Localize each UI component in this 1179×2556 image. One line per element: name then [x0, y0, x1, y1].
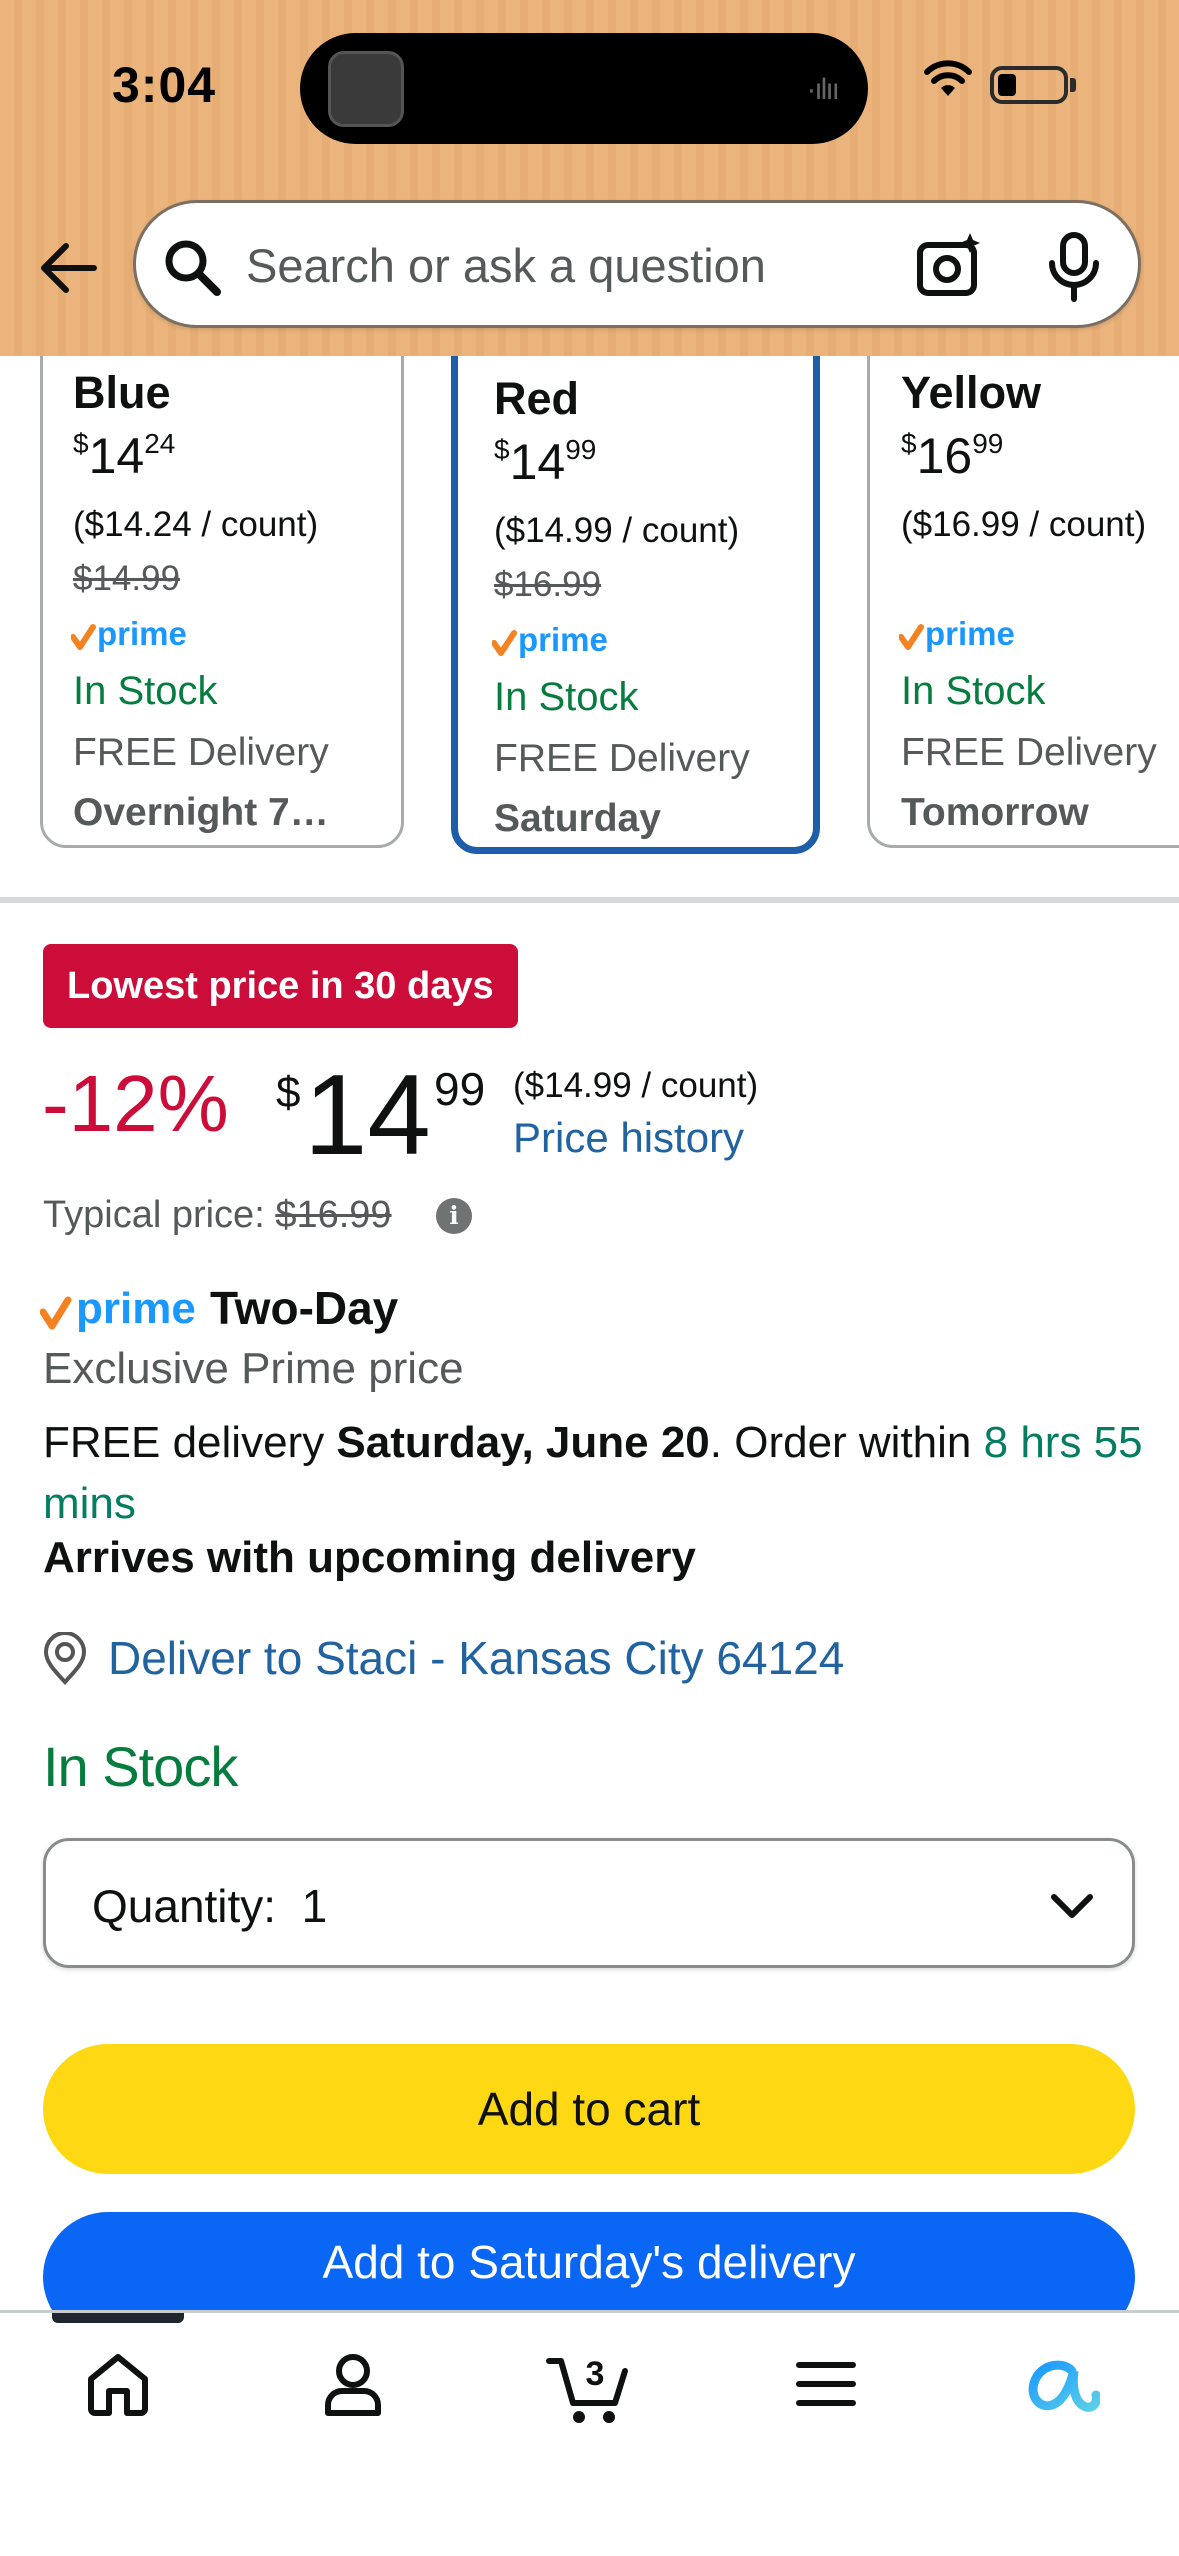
- variant-unit-price: ($16.99 / count): [901, 505, 1147, 544]
- price-fraction: 99: [434, 1063, 486, 1115]
- variant-card-yellow[interactable]: Yellow $1699 ($16.99 / count) prime In S…: [867, 356, 1179, 848]
- variant-delivery-date: Overnight 7…: [73, 791, 329, 834]
- svg-text:prime: prime: [518, 623, 608, 658]
- search-bar[interactable]: [133, 200, 1141, 328]
- cart-count: 3: [586, 2355, 605, 2393]
- audio-wave-icon: ·ılıı: [806, 73, 840, 106]
- active-tab-indicator: [52, 2313, 184, 2323]
- prime-speed: Two-Day: [210, 1282, 399, 1334]
- lowest-price-badge: Lowest price in 30 days: [43, 944, 518, 1028]
- variant-name: Yellow: [901, 367, 1042, 418]
- back-arrow-icon[interactable]: [38, 240, 98, 296]
- tab-account[interactable]: [303, 2349, 403, 2449]
- add-to-cart-button[interactable]: Add to cart: [43, 2044, 1135, 2174]
- variant-unit-price: ($14.99 / count): [494, 511, 740, 550]
- menu-icon: [796, 2362, 856, 2406]
- variant-unit-price: ($14.24 / count): [73, 505, 319, 544]
- app-header: 3:04 ·ılıı: [0, 0, 1179, 356]
- tab-menu[interactable]: [776, 2349, 876, 2449]
- variant-delivery: FREE Delivery: [73, 731, 329, 774]
- variant-was-price: $16.99: [494, 565, 602, 604]
- tab-cart[interactable]: 3: [538, 2349, 638, 2449]
- svg-text:prime: prime: [97, 617, 187, 652]
- camera-lens-icon[interactable]: [914, 231, 984, 301]
- chevron-down-icon: [1051, 1894, 1093, 1918]
- price-currency: $: [276, 1068, 301, 1117]
- variant-delivery: FREE Delivery: [901, 731, 1157, 774]
- variant-name: Blue: [73, 367, 171, 418]
- price-history-link[interactable]: Price history: [513, 1114, 744, 1162]
- discount-percent: -12%: [42, 1059, 229, 1148]
- delivery-estimate: FREE delivery Saturday, June 20. Order w…: [43, 1418, 1143, 1528]
- prime-logo-icon: prime: [40, 1286, 196, 1333]
- battery-tip: [1070, 78, 1076, 92]
- variant-stock: In Stock: [901, 669, 1046, 713]
- tab-home[interactable]: [68, 2349, 168, 2449]
- account-icon: [325, 2354, 381, 2416]
- battery-icon: [990, 66, 1068, 104]
- dynamic-island: ·ılıı: [300, 33, 868, 144]
- variant-price: $1424: [73, 428, 176, 484]
- variant-delivery-date: Saturday: [494, 797, 661, 840]
- quantity-select[interactable]: Quantity: 1: [43, 1838, 1135, 1968]
- prime-logo-icon: prime: [492, 623, 608, 658]
- tab-rufus[interactable]: [1010, 2349, 1110, 2449]
- typical-price: Typical price: $16.99: [43, 1194, 392, 1236]
- home-icon: [88, 2354, 148, 2416]
- variant-card-blue[interactable]: Blue $1424 ($14.24 / count) $14.99 prime…: [40, 356, 404, 848]
- variant-delivery-date: Tomorrow: [901, 791, 1089, 834]
- svg-text:prime: prime: [925, 617, 1015, 652]
- microphone-icon[interactable]: [1044, 231, 1104, 303]
- variant-price: $1699: [901, 428, 1004, 484]
- variant-price: $1499: [494, 434, 597, 490]
- variant-carousel: Blue $1424 ($14.24 / count) $14.99 prime…: [0, 356, 1179, 896]
- variant-was-price: $14.99: [73, 559, 181, 598]
- deliver-to-link[interactable]: Deliver to Staci - Kansas City 64124: [108, 1631, 844, 1685]
- exclusive-prime-price: Exclusive Prime price: [43, 1344, 464, 1393]
- svg-text:prime: prime: [76, 1286, 196, 1333]
- arrives-with-upcoming: Arrives with upcoming delivery: [43, 1533, 696, 1582]
- variant-name: Red: [494, 373, 580, 424]
- unit-price: ($14.99 / count): [513, 1066, 759, 1105]
- variant-stock: In Stock: [73, 669, 218, 713]
- availability-status: In Stock: [43, 1735, 238, 1798]
- price-whole: 14: [304, 1052, 431, 1179]
- variant-card-red[interactable]: Red $1499 ($14.99 / count) $16.99 prime …: [451, 356, 820, 854]
- wifi-icon: [924, 60, 972, 96]
- search-icon: [165, 240, 221, 296]
- location-pin-icon: [43, 1632, 87, 1685]
- search-input[interactable]: [246, 229, 886, 301]
- status-time: 3:04: [112, 57, 217, 113]
- variant-delivery: FREE Delivery: [494, 737, 750, 780]
- prime-logo-icon: prime: [899, 617, 1015, 652]
- section-divider: [0, 897, 1179, 903]
- variant-stock: In Stock: [494, 675, 639, 719]
- info-icon[interactable]: i: [436, 1198, 472, 1234]
- cart-icon: 3: [546, 2355, 628, 2423]
- prime-logo-icon: prime: [71, 617, 187, 652]
- rufus-ai-icon: [1028, 2360, 1100, 2412]
- now-playing-app-icon: [328, 51, 404, 127]
- bottom-tab-bar: 3: [0, 2310, 1179, 2556]
- quantity-label: Quantity: 1: [92, 1880, 328, 1932]
